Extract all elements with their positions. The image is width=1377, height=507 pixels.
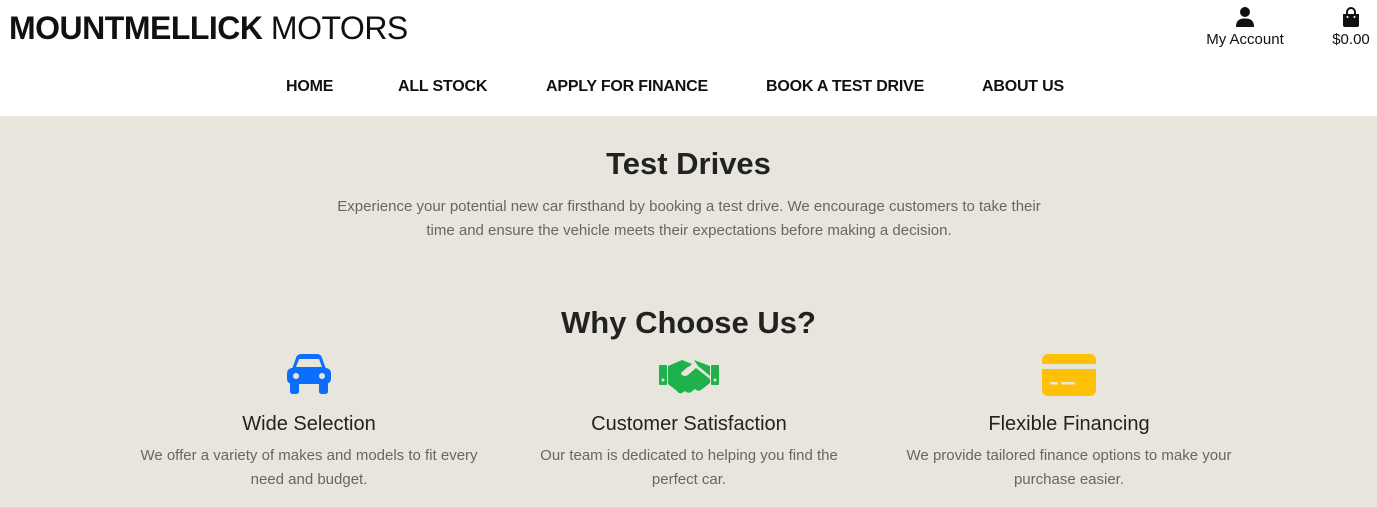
brand-name-bold: MOUNTMELLICK bbox=[9, 10, 263, 46]
feature-wide-selection: Wide Selection We offer a variety of mak… bbox=[129, 352, 489, 492]
feature-title: Wide Selection bbox=[242, 413, 376, 435]
shopping-bag-icon bbox=[1343, 7, 1359, 27]
page-title: Test Drives bbox=[606, 146, 771, 181]
feature-description: Our team is dedicated to helping you fin… bbox=[540, 447, 838, 488]
main-nav: HOME ALL STOCK APPLY FOR FINANCE BOOK A … bbox=[0, 78, 1377, 100]
feature-description: We provide tailored finance options to m… bbox=[906, 447, 1232, 488]
brand-logo[interactable]: MOUNTMELLICK MOTORS bbox=[9, 10, 408, 47]
nav-book-a-test-drive[interactable]: BOOK A TEST DRIVE bbox=[766, 78, 924, 96]
feature-customer-satisfaction: Customer Satisfaction Our team is dedica… bbox=[509, 352, 869, 492]
my-account-link[interactable]: My Account bbox=[1196, 6, 1294, 48]
my-account-label: My Account bbox=[1206, 31, 1284, 48]
bag-total: $0.00 bbox=[1332, 31, 1370, 48]
feature-flexible-financing: Flexible Financing We provide tailored f… bbox=[889, 352, 1249, 492]
intro-text: Experience your potential new car firsth… bbox=[337, 198, 1041, 239]
shopping-bag-link[interactable]: $0.00 bbox=[1322, 6, 1377, 48]
main-content: Test Drives Experience your potential ne… bbox=[0, 116, 1377, 507]
nav-home[interactable]: HOME bbox=[286, 78, 333, 96]
feature-title: Flexible Financing bbox=[988, 413, 1150, 435]
feature-description: We offer a variety of makes and models t… bbox=[140, 447, 478, 488]
credit-card-icon bbox=[1042, 354, 1096, 396]
nav-all-stock[interactable]: ALL STOCK bbox=[398, 78, 487, 96]
nav-about-us[interactable]: ABOUT US bbox=[982, 78, 1064, 96]
site-header: MOUNTMELLICK MOTORS My Account $0.00 HOM… bbox=[0, 0, 1377, 116]
user-icon bbox=[1236, 7, 1254, 27]
brand-name-regular: MOTORS bbox=[270, 10, 408, 46]
car-icon bbox=[287, 354, 331, 394]
nav-apply-for-finance[interactable]: APPLY FOR FINANCE bbox=[546, 78, 708, 96]
why-choose-us-heading: Why Choose Us? bbox=[561, 305, 816, 340]
feature-title: Customer Satisfaction bbox=[591, 413, 787, 435]
handshake-icon bbox=[659, 360, 719, 394]
